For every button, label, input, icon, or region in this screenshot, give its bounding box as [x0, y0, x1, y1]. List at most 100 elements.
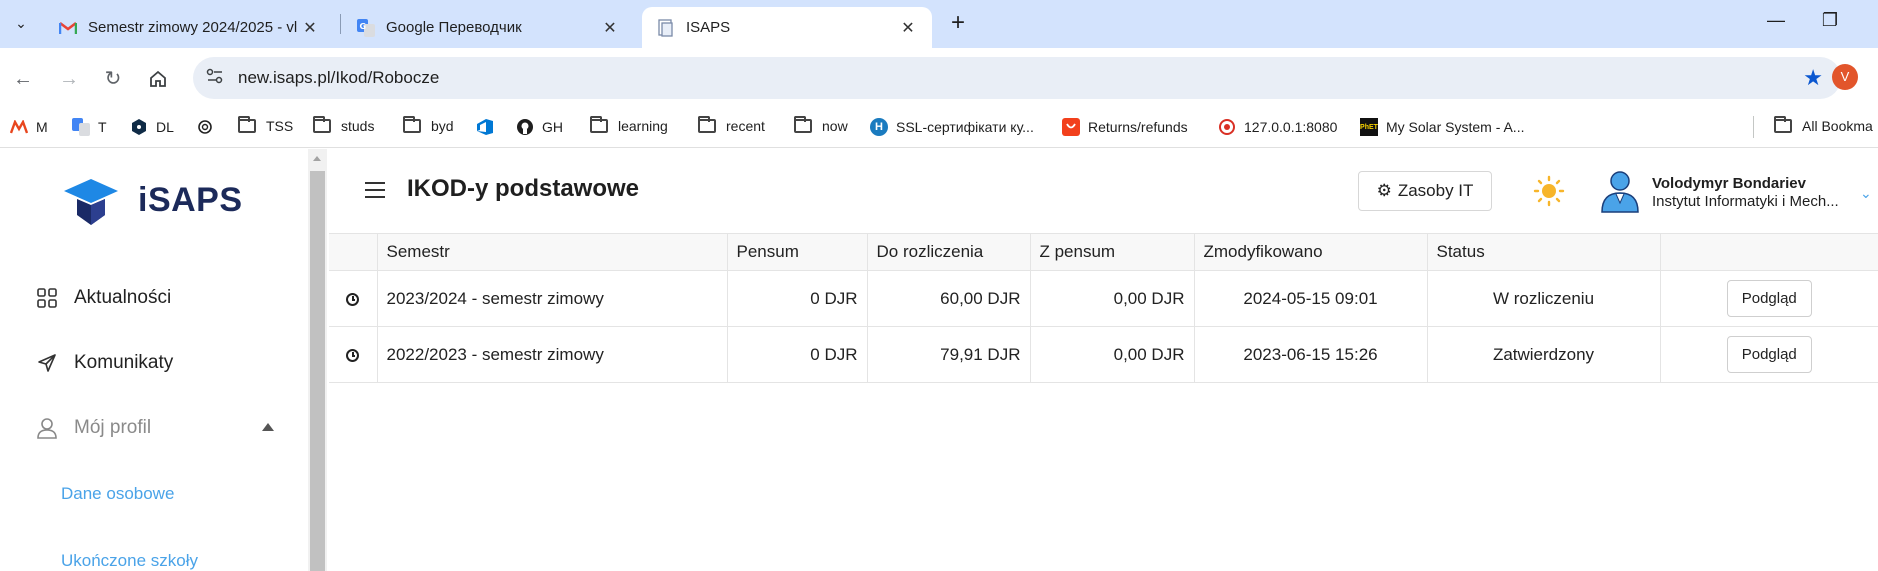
folder-icon [794, 116, 812, 133]
phet-icon: PhET [1360, 118, 1378, 136]
column-header-icon [329, 233, 378, 271]
bookmark-returns[interactable]: Returns/refunds [1062, 118, 1188, 136]
cell-semestr: 2022/2023 - semestr zimowy [376, 326, 728, 383]
app-sidebar: iSAPS Aktualności Komunikaty Mój profil … [0, 149, 308, 571]
localhost-icon [1218, 118, 1236, 136]
cell-z-pensum: 0,00 DJR [1029, 326, 1195, 383]
bookmark-dl[interactable]: DL [130, 118, 174, 136]
minimize-icon[interactable]: — [1756, 10, 1796, 31]
cell-semestr: 2023/2024 - semestr zimowy [376, 270, 728, 327]
reload-icon[interactable]: ↻ [98, 64, 128, 94]
google-translate-icon: G [356, 18, 376, 38]
cell-status: Zatwierdzony [1426, 326, 1661, 383]
close-tab-icon[interactable]: ✕ [300, 18, 320, 38]
bookmark-folder-now[interactable]: now [794, 116, 848, 134]
column-header-status[interactable]: Status [1426, 233, 1661, 271]
github-icon [516, 118, 534, 136]
folder-icon [590, 116, 608, 133]
cell-zmodyfikowano: 2024-05-15 09:01 [1193, 270, 1428, 327]
bookmark-folder-tss[interactable]: TSS [238, 116, 293, 134]
close-tab-icon[interactable]: ✕ [898, 18, 918, 38]
sidebar-item-aktualnosci[interactable]: Aktualności [36, 287, 171, 309]
bookmarks-bar: M T DL TSS studs byd GH learning recent … [0, 110, 1878, 148]
browser-tab-bar: ⌄ Semestr zimowy 2024/2025 - vl ✕ G Goog… [0, 0, 1878, 48]
column-header-z-pensum[interactable]: Z pensum [1029, 233, 1195, 271]
bookmark-azure[interactable] [476, 118, 502, 136]
isaps-logo-icon [60, 175, 122, 232]
bookmark-folder-learning[interactable]: learning [590, 116, 668, 134]
cell-z-pensum: 0,00 DJR [1029, 270, 1195, 327]
folder-icon [698, 116, 716, 133]
cell-actions: Podgląd [1659, 326, 1878, 383]
theme-toggle-sun-icon[interactable] [1533, 175, 1565, 207]
bookmark-all-bookmarks[interactable]: All Bookma [1774, 116, 1873, 134]
user-name: Volodymyr Bondariev [1652, 175, 1806, 192]
history-icon[interactable] [329, 326, 378, 383]
sidebar-scrollbar-thumb[interactable] [310, 171, 325, 571]
column-header-zmodyfikowano[interactable]: Zmodyfikowano [1193, 233, 1428, 271]
forward-icon[interactable]: → [54, 64, 84, 94]
bookmark-m[interactable]: M [10, 118, 48, 136]
cell-status: W rozliczeniu [1426, 270, 1661, 327]
gear-icon: ⚙ [1376, 181, 1392, 200]
scroll-up-arrow-icon[interactable] [313, 156, 321, 161]
bookmarks-divider [1753, 116, 1754, 138]
url-text: new.isaps.pl/Ikod/Robocze [238, 68, 440, 87]
tab-isaps[interactable]: ISAPS ✕ [642, 7, 932, 48]
podglad-button[interactable]: Podgląd [1726, 336, 1812, 373]
deepl-icon [130, 118, 148, 136]
new-tab-button[interactable]: + [944, 10, 972, 38]
tab-divider [340, 14, 341, 34]
column-header-semestr[interactable]: Semestr [376, 233, 728, 271]
tab-google-translate[interactable]: G Google Переводчик ✕ [342, 7, 634, 48]
zasoby-it-button[interactable]: ⚙ Zasoby IT [1358, 171, 1492, 211]
aliexpress-bag-icon [1062, 118, 1080, 136]
openai-icon [196, 118, 214, 136]
bookmark-phet[interactable]: PhET My Solar System - A... [1360, 118, 1524, 136]
send-icon [36, 352, 58, 374]
user-avatar[interactable] [1600, 169, 1640, 213]
close-tab-icon[interactable]: ✕ [600, 18, 620, 38]
bookmark-localhost[interactable]: 127.0.0.1:8080 [1218, 118, 1337, 136]
history-icon[interactable] [329, 270, 378, 327]
submenu-dane-osobowe[interactable]: Dane osobowe [61, 484, 174, 504]
address-bar[interactable]: new.isaps.pl/Ikod/Robocze ★ [193, 57, 1841, 99]
bookmark-ssl[interactable]: H SSL-сертифікати ку... [870, 118, 1034, 136]
profile-avatar[interactable]: V [1832, 64, 1858, 90]
browser-toolbar: ← → ↻ new.isaps.pl/Ikod/Robocze ★ V [0, 48, 1878, 110]
azure-devops-icon [476, 118, 494, 136]
tab-title: Semestr zimowy 2024/2025 - vl [88, 19, 298, 36]
folder-icon [1774, 116, 1792, 133]
sidebar-item-komunikaty[interactable]: Komunikaty [36, 352, 173, 374]
submenu-ukonczone-szkoly[interactable]: Ukończone szkoły [61, 551, 198, 571]
hamburger-menu-icon[interactable] [365, 182, 385, 198]
tab-search-chevron-icon[interactable]: ⌄ [6, 8, 36, 38]
user-institute: Instytut Informatyki i Mech... [1652, 193, 1839, 210]
home-icon[interactable] [143, 64, 173, 94]
gmail-icon [58, 18, 78, 38]
bookmark-folder-studs[interactable]: studs [313, 116, 374, 134]
folder-icon [313, 116, 331, 133]
collapse-caret-icon[interactable] [262, 423, 274, 431]
column-header-do-rozliczenia[interactable]: Do rozliczenia [866, 233, 1031, 271]
bookmark-folder-byd[interactable]: byd [403, 116, 454, 134]
site-info-icon[interactable] [205, 68, 225, 88]
bookmark-star-icon[interactable]: ★ [1803, 65, 1823, 91]
cell-actions: Podgląd [1659, 270, 1878, 327]
document-icon [656, 18, 676, 38]
sidebar-item-moj-profil[interactable]: Mój profil [36, 417, 151, 439]
bookmark-github[interactable]: GH [516, 118, 563, 136]
tab-title: ISAPS [686, 19, 731, 36]
table-row: 2022/2023 - semestr zimowy 0 DJR 79,91 D… [329, 326, 1878, 383]
column-header-pensum[interactable]: Pensum [726, 233, 868, 271]
back-icon[interactable]: ← [8, 64, 38, 94]
podglad-button[interactable]: Podgląd [1726, 280, 1812, 317]
bookmark-folder-recent[interactable]: recent [698, 116, 765, 134]
chevron-down-icon[interactable]: ⌄ [1860, 185, 1872, 202]
restore-icon[interactable]: ❐ [1810, 10, 1850, 31]
bookmark-openai[interactable] [196, 118, 222, 136]
tab-gmail[interactable]: Semestr zimowy 2024/2025 - vl ✕ [44, 7, 334, 48]
svg-text:G: G [360, 22, 367, 31]
folder-icon [403, 116, 421, 133]
bookmark-t[interactable]: T [72, 118, 107, 136]
